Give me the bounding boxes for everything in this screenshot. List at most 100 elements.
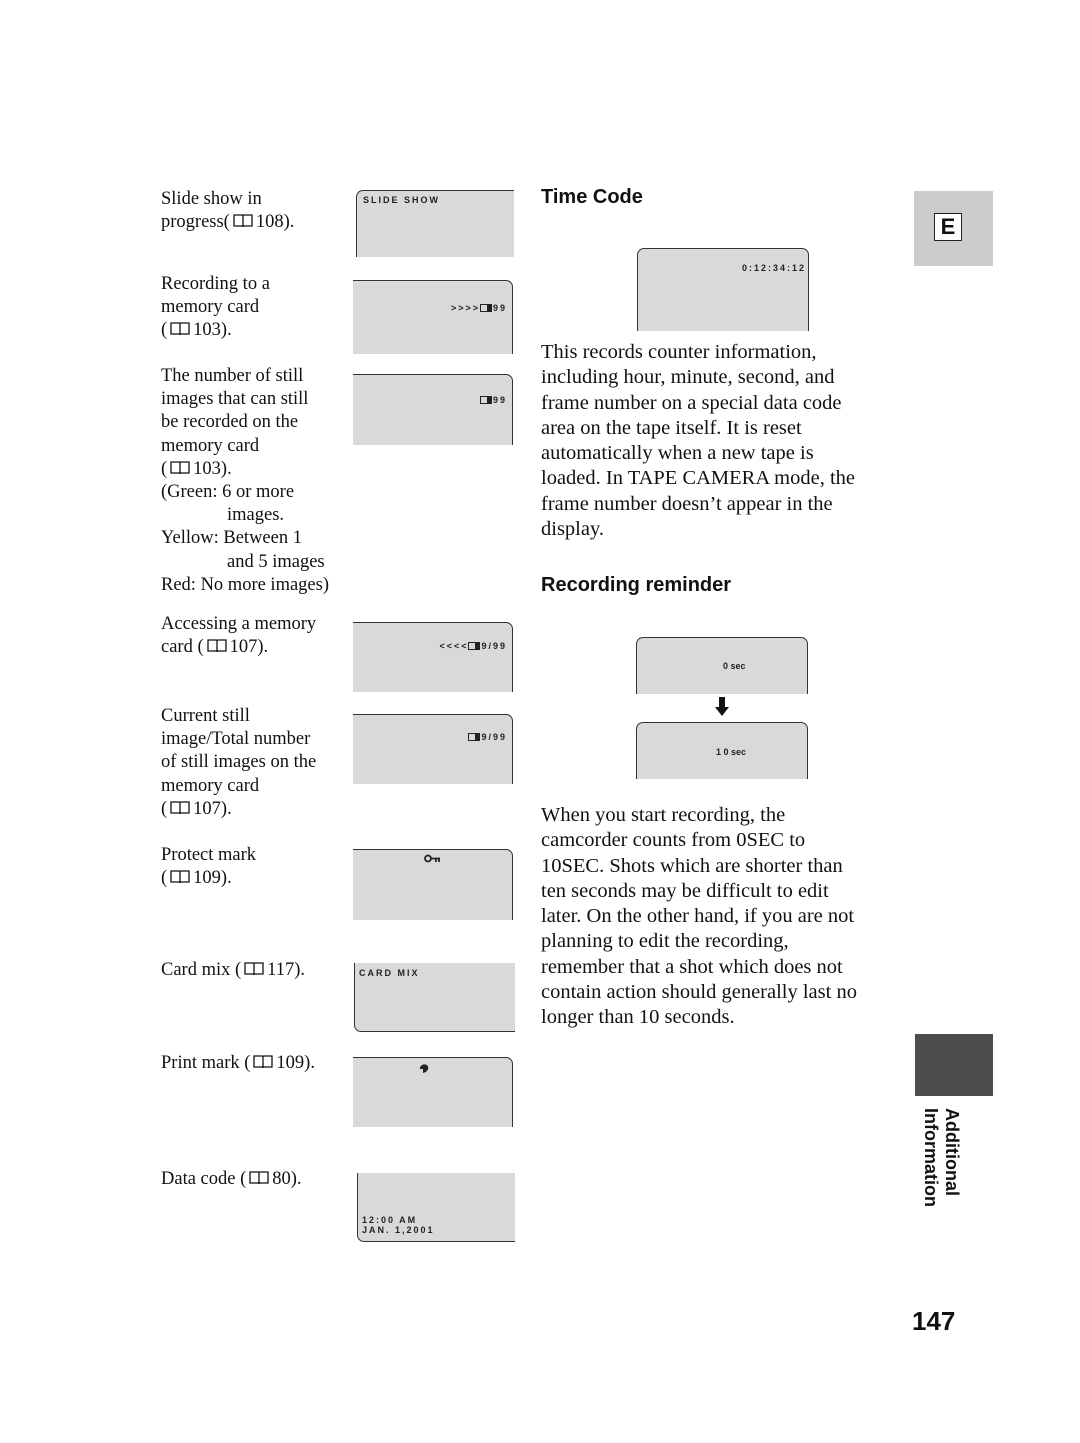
body-line: planning to edit the recording, xyxy=(541,930,789,953)
desc-data-code: Data code (80). xyxy=(161,1168,302,1191)
book-icon xyxy=(233,214,253,228)
book-icon xyxy=(170,461,190,475)
desc-still-count: The number of still images that can stil… xyxy=(161,365,329,597)
heading-time-code: Time Code xyxy=(541,186,643,208)
print-mark-icon xyxy=(420,1064,429,1073)
memory-card-icon xyxy=(468,642,481,650)
desc-recording-card: Recording to a memory card (103). xyxy=(161,273,270,343)
desc-line: and 5 images xyxy=(227,551,325,572)
book-icon xyxy=(170,801,190,815)
body-line: contain action should generally last no xyxy=(541,981,857,1004)
lcd-reminder-0sec: 0 sec xyxy=(636,637,808,694)
arrow-down-icon xyxy=(715,697,729,716)
memory-card-icon xyxy=(479,304,492,312)
desc-line: (107). xyxy=(161,798,232,819)
body-line: display. xyxy=(541,518,605,541)
body-line: remember that a shot which does not xyxy=(541,955,843,978)
desc-line: images. xyxy=(227,505,285,526)
desc-line: be recorded on the xyxy=(161,412,299,433)
desc-line: images that can still xyxy=(161,389,309,410)
body-line: This records counter information, xyxy=(541,341,817,363)
body-line: including hour, minute, second, and xyxy=(541,366,835,389)
section-label-line: Additional xyxy=(942,1108,962,1196)
body-line: longer than 10 seconds. xyxy=(541,1006,735,1029)
desc-line: memory card xyxy=(161,435,260,456)
section-label-line: Information xyxy=(921,1108,941,1207)
lcd-card-mix: CARD MIX xyxy=(354,963,515,1032)
desc-line: (103). xyxy=(161,320,232,341)
lcd-text: <<<< 9/99 xyxy=(439,641,507,651)
desc-current-still: Current still image/Total number of stil… xyxy=(161,705,316,821)
page-number: 147 xyxy=(912,1306,956,1336)
body-line: frame number on a special data code xyxy=(541,391,842,414)
desc-line: The number of still xyxy=(161,366,304,386)
book-icon xyxy=(249,1171,269,1185)
desc-line: Card mix (117). xyxy=(161,960,306,980)
lcd-text: 0:12:34:12 xyxy=(741,263,806,273)
key-icon xyxy=(424,854,440,863)
desc-line: Slide show in xyxy=(161,189,262,209)
desc-line: Protect mark xyxy=(161,845,257,865)
desc-line: (103). xyxy=(161,458,232,479)
desc-accessing-card: Accessing a memory card (107). xyxy=(161,613,316,659)
desc-line: image/Total number xyxy=(161,729,311,750)
desc-line: Accessing a memory xyxy=(161,614,317,634)
lcd-text: >>>> 99 xyxy=(450,303,507,313)
desc-slide-show: Slide show in progress(108). xyxy=(161,188,294,234)
memory-card-icon xyxy=(468,733,481,741)
lcd-accessing-card: <<<< 9/99 xyxy=(353,622,513,692)
lcd-still-count: 99 xyxy=(353,374,513,445)
language-label: E xyxy=(934,213,962,241)
book-icon xyxy=(253,1055,274,1069)
desc-print-mark: Print mark (109). xyxy=(161,1052,315,1075)
lcd-data-code: 12:00 AM JAN. 1,2001 xyxy=(357,1173,515,1242)
language-tab: E xyxy=(914,191,993,266)
lcd-print-mark xyxy=(353,1057,513,1127)
body-line: camcorder counts from 0SEC to xyxy=(541,829,806,852)
lcd-text: 0 sec xyxy=(723,661,746,671)
section-tab xyxy=(915,1034,993,1096)
desc-line: (Green: 6 or more xyxy=(161,482,295,503)
desc-protect-mark: Protect mark (109). xyxy=(161,844,256,890)
lcd-time-code: 0:12:34:12 xyxy=(637,248,809,331)
heading-recording-reminder: Recording reminder xyxy=(541,574,732,596)
desc-line: of still images on the xyxy=(161,752,317,773)
desc-line: Red: No more images) xyxy=(161,574,329,595)
lcd-text: 1 0 sec xyxy=(716,747,747,757)
desc-line: card (107). xyxy=(161,637,269,658)
body-line: frame number doesn’t appear in the xyxy=(541,492,833,515)
lcd-text: SLIDE SHOW xyxy=(363,195,441,205)
desc-line: memory card xyxy=(161,297,260,318)
lcd-time: 12:00 AM xyxy=(362,1215,418,1225)
desc-line: Current still xyxy=(161,706,250,726)
lcd-recording-card: >>>> 99 xyxy=(353,280,513,354)
desc-line: Data code (80). xyxy=(161,1169,302,1189)
body-line: later. On the other hand, if you are not xyxy=(541,905,855,928)
lcd-protect-mark xyxy=(353,849,513,920)
desc-line: progress(108). xyxy=(161,212,295,233)
book-icon xyxy=(244,962,264,976)
lcd-date: JAN. 1,2001 xyxy=(362,1225,435,1235)
desc-line: (109). xyxy=(161,868,232,889)
lcd-text: 9/99 xyxy=(468,732,507,742)
section-label: Additional Information xyxy=(918,1108,962,1223)
lcd-text: CARD MIX xyxy=(359,968,420,978)
body-line: area on the tape itself. It is reset xyxy=(541,416,802,439)
lcd-text: 12:00 AM JAN. 1,2001 xyxy=(362,1215,435,1235)
lcd-text: 99 xyxy=(479,395,507,405)
lcd-slide-show: SLIDE SHOW xyxy=(356,190,514,257)
desc-line: Recording to a xyxy=(161,274,270,294)
lcd-reminder-10sec: 1 0 sec xyxy=(636,722,808,779)
body-line: automatically when a new tape is xyxy=(541,442,814,465)
book-icon xyxy=(170,322,190,336)
body-line: loaded. In TAPE CAMERA mode, the xyxy=(541,467,855,490)
memory-card-icon xyxy=(479,396,492,404)
book-icon xyxy=(170,870,190,884)
body-line: ten seconds may be difficult to edit xyxy=(541,879,829,902)
recording-reminder-body: When you start recording, the camcorder … xyxy=(541,803,891,1031)
body-line: When you start recording, the xyxy=(541,804,786,826)
body-line: 10SEC. Shots which are shorter than xyxy=(541,854,843,877)
desc-line: Yellow: Between 1 xyxy=(161,528,302,549)
time-code-body: This records counter information, includ… xyxy=(541,340,891,542)
desc-line: Print mark (109). xyxy=(161,1053,315,1073)
